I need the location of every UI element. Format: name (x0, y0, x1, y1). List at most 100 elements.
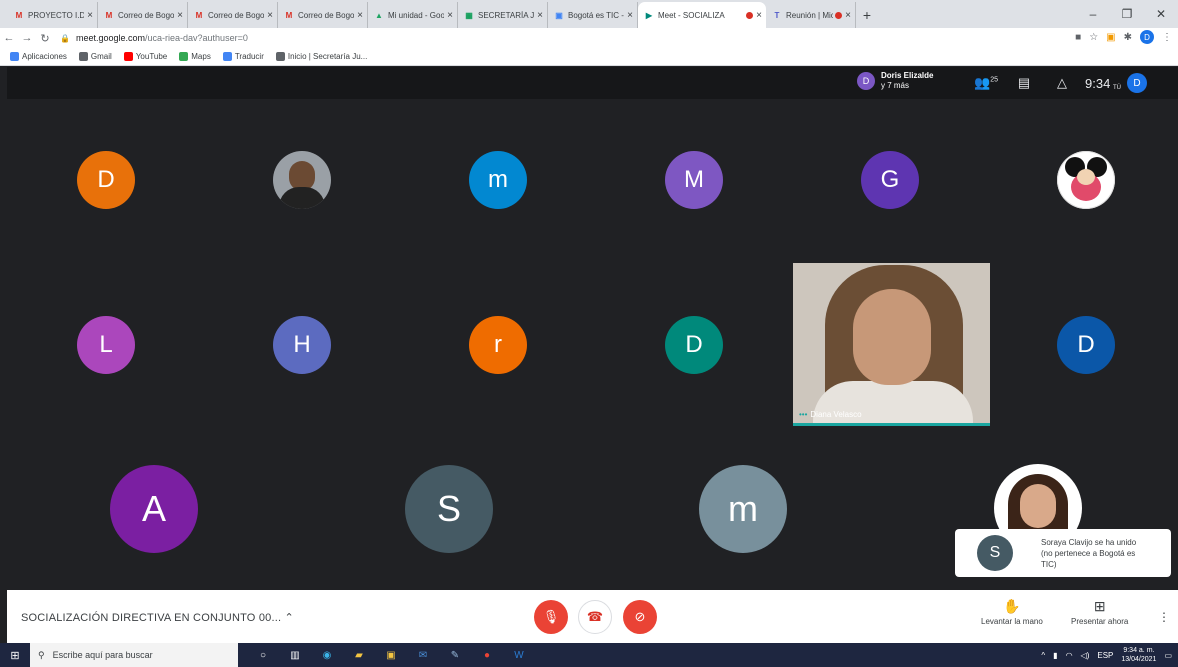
participant-avatar[interactable]: D (665, 316, 723, 374)
profile-avatar[interactable]: D (1140, 30, 1154, 44)
reload-icon[interactable]: ↻ (36, 32, 54, 45)
chat-button[interactable]: ▤ (1005, 75, 1043, 91)
browser-tab-title: Reunión | Microsof (786, 10, 833, 20)
self-label: TÚ (1113, 85, 1121, 91)
participant-avatar[interactable]: D (77, 151, 135, 209)
language-indicator[interactable]: ESP (1097, 651, 1113, 660)
raise-hand-button[interactable]: ✋ Levantar la mano (981, 598, 1043, 626)
taskbar-date: 13/04/2021 (1121, 656, 1157, 663)
word-icon[interactable]: W (506, 643, 532, 667)
extension-icon[interactable]: ▣ (1106, 32, 1115, 43)
bookmark-icon (275, 52, 285, 61)
volume-icon[interactable]: ◁) (1081, 651, 1090, 660)
participant-avatar[interactable]: S (405, 465, 493, 553)
browser-tab[interactable]: M Correo de Bogotá es TI× (98, 2, 188, 28)
edge-icon[interactable]: ◉ (314, 643, 340, 667)
browser-tab[interactable]: ▶ Meet - SOCIALIZA × (638, 2, 766, 28)
close-tab-icon[interactable]: × (87, 10, 93, 21)
recording-indicator-icon (835, 11, 843, 19)
camera-indicator-icon[interactable]: ■ (1075, 32, 1081, 43)
participant-avatar[interactable]: L (77, 316, 135, 374)
browser-tab[interactable]: ▦ SECRETARÍA JURÍDICA× (458, 2, 548, 28)
taskbar-clock[interactable]: 9:34 a. m. 13/04/2021 (1121, 646, 1156, 664)
participant-avatar[interactable]: M (665, 151, 723, 209)
activities-button[interactable]: △ (1043, 75, 1081, 91)
participant-video-tile[interactable]: ••• Diana Velasco (793, 263, 990, 426)
notifications-icon[interactable]: ▭ (1164, 651, 1172, 660)
bookmark-item[interactable]: Aplicaciones (10, 52, 67, 61)
tray-overflow-icon[interactable]: ^ (1041, 651, 1045, 660)
participant-avatar[interactable]: D (1057, 316, 1115, 374)
close-window-icon[interactable]: ✕ (1144, 0, 1178, 28)
close-tab-icon[interactable]: × (627, 10, 633, 21)
windows-start-icon[interactable]: ⊞ (0, 649, 30, 662)
browser-tab[interactable]: M Correo de Bogotá es TI× (188, 2, 278, 28)
new-tab-icon[interactable]: + (856, 2, 878, 28)
shapes-icon: △ (1057, 75, 1067, 90)
close-tab-icon[interactable]: × (447, 10, 453, 21)
browser-tab[interactable]: T Reunión | Microsof × (766, 2, 856, 28)
participant-avatar[interactable]: r (469, 316, 527, 374)
presenter-info[interactable]: D Doris Elizalde y 7 más (857, 71, 933, 91)
participant-avatar[interactable]: m (469, 151, 527, 209)
presenter-others: y 7 más (881, 81, 910, 90)
close-tab-icon[interactable]: × (845, 10, 851, 21)
bookmark-item[interactable]: YouTube (123, 52, 167, 61)
camera-toggle-button[interactable]: ⊘ (623, 600, 657, 634)
meet-top-bar: D Doris Elizalde y 7 más 👥25 ▤ △ 9:34 TÚ… (7, 67, 1178, 99)
participant-avatar[interactable]: A (110, 465, 198, 553)
close-tab-icon[interactable]: × (177, 10, 183, 21)
participant-avatar[interactable]: G (861, 151, 919, 209)
star-icon[interactable]: ☆ (1089, 32, 1098, 43)
browser-menu-icon[interactable]: ⋮ (1162, 32, 1172, 43)
puzzle-icon[interactable]: ✱ (1124, 32, 1132, 43)
network-icon[interactable]: ▮ (1053, 651, 1057, 660)
url-path: /uca-riea-dav?authuser=0 (145, 33, 248, 43)
url-domain: meet.google.com (75, 33, 146, 43)
forward-icon[interactable]: → (18, 32, 36, 44)
task-view-icon[interactable]: ▥ (282, 643, 308, 667)
present-now-button[interactable]: ⊞ Presentar ahora (1071, 598, 1128, 626)
close-tab-icon[interactable]: × (537, 10, 543, 21)
mail-app-icon[interactable]: ✉ (410, 643, 436, 667)
gmail-icon: M (195, 10, 203, 20)
file-explorer-icon[interactable]: ▰ (346, 643, 372, 667)
cortana-icon[interactable]: ○ (250, 643, 276, 667)
close-tab-icon[interactable]: × (357, 10, 363, 21)
bookmark-label: Gmail (90, 52, 112, 61)
wifi-icon[interactable]: ◠ (1066, 651, 1073, 660)
bookmark-item[interactable]: Maps (179, 52, 211, 61)
browser-tab[interactable]: M PROYECTO I.D Y ARCH× (8, 2, 98, 28)
chat-icon: ▤ (1017, 75, 1031, 90)
store-icon[interactable]: ▣ (378, 643, 404, 667)
meeting-title-text: SOCIALIZACIÓN DIRECTIVA EN CONJUNTO 00..… (21, 612, 282, 624)
leave-call-button[interactable]: ☎ (578, 600, 612, 634)
taskbar-search-box[interactable]: ⚲ Escribe aquí para buscar (30, 643, 238, 667)
window-controls: – ❐ ✕ (1076, 0, 1178, 28)
toast-line-2: (no pertenece a Bogotá es (1041, 548, 1136, 558)
meeting-title[interactable]: SOCIALIZACIÓN DIRECTIVA EN CONJUNTO 00..… (21, 611, 294, 624)
participants-button[interactable]: 👥25 (967, 75, 1005, 91)
restore-icon[interactable]: ❐ (1110, 0, 1144, 28)
browser-tab[interactable]: M Correo de Bogotá es TI× (278, 2, 368, 28)
bookmark-item[interactable]: Traducir (222, 52, 264, 61)
chrome-icon[interactable]: ● (474, 643, 500, 667)
mic-toggle-button[interactable]: 🎙 (534, 600, 568, 634)
participant-photo-avatar[interactable] (273, 151, 331, 209)
participant-photo-avatar[interactable] (1057, 151, 1115, 209)
close-tab-icon[interactable]: × (756, 10, 762, 21)
paint-icon[interactable]: ✎ (442, 643, 468, 667)
participant-avatar[interactable]: H (273, 316, 331, 374)
browser-tab[interactable]: ▲ Mi unidad - Google Dr× (368, 2, 458, 28)
url-field[interactable]: 🔒 meet.google.com/uca-riea-dav?authuser=… (60, 33, 248, 43)
close-tab-icon[interactable]: × (267, 10, 273, 21)
minimize-icon[interactable]: – (1076, 0, 1110, 28)
presenter-name: Doris Elizalde (881, 71, 934, 80)
back-icon[interactable]: ← (0, 32, 18, 44)
bookmark-item[interactable]: Gmail (78, 52, 112, 61)
bookmark-item[interactable]: Inicio | Secretaría Ju... (275, 52, 367, 61)
browser-tab[interactable]: ▣ Bogotá es TIC - Calend× (548, 2, 638, 28)
more-options-icon[interactable]: ⋮ (1158, 610, 1170, 624)
meet-icon: ▶ (645, 10, 653, 20)
participant-avatar[interactable]: m (699, 465, 787, 553)
